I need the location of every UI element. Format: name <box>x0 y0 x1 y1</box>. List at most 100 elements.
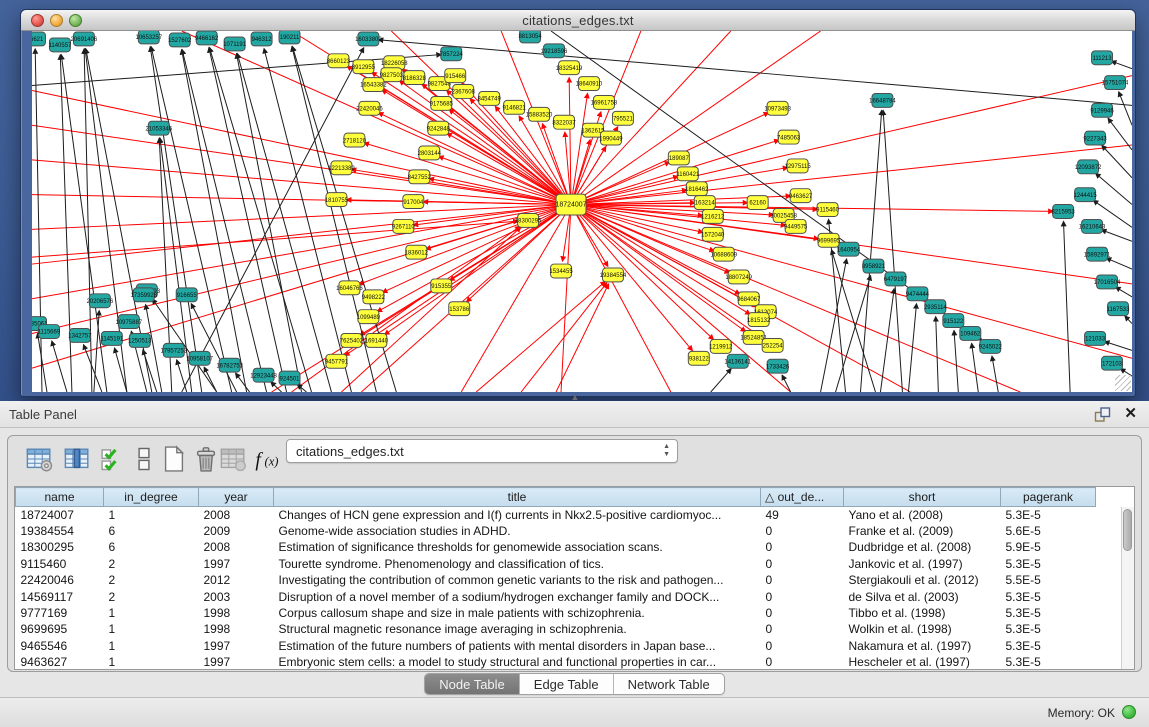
network-node-2367608[interactable]: 2367608 <box>452 85 476 99</box>
memory-ok-indicator[interactable] <box>1122 705 1136 719</box>
network-node-9463627[interactable]: 9463627 <box>789 189 813 203</box>
network-node-10975887[interactable]: 10975887 <box>116 315 143 329</box>
network-node-16033809[interactable]: 16033809 <box>355 32 382 46</box>
network-node-1816462[interactable]: 1816462 <box>685 182 709 196</box>
float-panel-icon[interactable] <box>1094 406 1111 423</box>
network-node-20691406[interactable]: 20691406 <box>71 32 98 46</box>
network-node-14136141[interactable]: 14136141 <box>724 354 751 368</box>
network-node-15751074[interactable]: 15751074 <box>1102 76 1129 90</box>
network-node-10958107[interactable]: 10958107 <box>186 351 213 365</box>
network-node-1071191[interactable]: 1071191 <box>223 37 246 51</box>
network-node-62160[interactable]: 62160 <box>747 196 768 210</box>
network-node-9175685[interactable]: 9175685 <box>430 96 454 110</box>
network-node-16543382[interactable]: 16543382 <box>360 78 387 92</box>
network-node-17016504[interactable]: 17016504 <box>1094 275 1121 289</box>
table-row[interactable]: 1456911722003Disruption of a novel membe… <box>16 588 1096 604</box>
network-node-18807249[interactable]: 18807249 <box>725 270 752 284</box>
column-header-name[interactable]: name <box>16 488 104 507</box>
select-columns-icon[interactable] <box>100 445 128 473</box>
network-node-163214[interactable]: 163214 <box>694 196 715 210</box>
network-node-1733426[interactable]: 1733426 <box>766 359 790 373</box>
node-table-container[interactable]: namein_degreeyeartitle△ out_de...shortpa… <box>14 486 1135 670</box>
network-node-190211[interactable]: 190211 <box>279 31 300 44</box>
network-node-252254[interactable]: 252254 <box>762 338 783 352</box>
network-node-21053346[interactable]: 21053346 <box>145 121 172 135</box>
network-node-9474444[interactable]: 9474444 <box>906 287 930 301</box>
network-node-10653257[interactable]: 10653257 <box>135 31 162 44</box>
network-node-9498222[interactable]: 9498222 <box>362 290 386 304</box>
network-node-9684067[interactable]: 9684067 <box>737 292 761 306</box>
network-node-1534455[interactable]: 1534455 <box>549 264 573 278</box>
window-titlebar[interactable]: citations_edges.txt <box>21 10 1135 31</box>
network-node-1691440[interactable]: 1691440 <box>365 333 389 347</box>
column-header-in_degree[interactable]: in_degree <box>104 488 199 507</box>
network-node-9466162[interactable]: 9466162 <box>195 31 219 45</box>
network-node-12975115[interactable]: 12975115 <box>785 159 812 173</box>
network-node-795521[interactable]: 795521 <box>612 111 633 125</box>
delete-trash-icon[interactable] <box>192 445 220 473</box>
network-node-22420046[interactable]: 22420046 <box>356 101 383 115</box>
new-column-icon[interactable] <box>160 445 188 473</box>
network-node-10973493[interactable]: 10973493 <box>764 101 791 115</box>
network-node-1250513[interactable]: 1250513 <box>128 333 152 347</box>
network-node-915466[interactable]: 915466 <box>445 69 466 83</box>
network-node-20206576[interactable]: 20206576 <box>87 294 114 308</box>
network-node-19218596[interactable]: 19218596 <box>541 44 568 58</box>
network-node-938122[interactable]: 938122 <box>688 351 709 365</box>
network-node-1145191[interactable]: 1145191 <box>100 332 123 346</box>
network-node-8427552[interactable]: 8427552 <box>408 170 432 184</box>
tab-edge-table[interactable]: Edge Table <box>520 674 614 694</box>
network-node-1219912[interactable]: 1219912 <box>709 339 733 353</box>
network-node-7857224[interactable]: 7857224 <box>440 47 464 61</box>
network-node-121033[interactable]: 121033 <box>1085 332 1106 346</box>
network-node-2935114[interactable]: 2935114 <box>924 300 947 314</box>
table-selector-dropdown[interactable]: citations_edges.txt ▲▼ <box>286 439 678 463</box>
network-node-8186328[interactable]: 8186328 <box>403 71 427 85</box>
network-node-9129946[interactable]: 9129946 <box>1090 103 1114 117</box>
network-node-153786[interactable]: 153786 <box>449 302 470 316</box>
vertical-scrollbar[interactable] <box>1121 507 1134 669</box>
table-row[interactable]: 2242004622012Investigating the contribut… <box>16 572 1096 588</box>
network-node-946312[interactable]: 946312 <box>251 32 272 46</box>
network-node-16210643[interactable]: 16210643 <box>1079 219 1106 233</box>
network-node-9146821[interactable]: 9146821 <box>502 100 526 114</box>
network-node-9699695[interactable]: 9699695 <box>817 233 841 247</box>
table-mode-icon[interactable] <box>26 445 54 473</box>
show-columns-icon[interactable] <box>64 445 92 473</box>
network-node-16621[interactable]: 16621 <box>32 32 45 46</box>
network-node-16046766[interactable]: 16046766 <box>336 281 363 295</box>
citation-network-graph[interactable]: 1662111405572069140610653257152760294661… <box>32 31 1132 392</box>
network-node-1572040[interactable]: 1572040 <box>701 227 725 241</box>
network-node-1099489[interactable]: 1099489 <box>357 310 381 324</box>
close-panel-icon[interactable]: ✕ <box>1124 405 1137 423</box>
network-node-16782753[interactable]: 16782753 <box>216 358 243 372</box>
table-row[interactable]: 1830029562008Estimation of significance … <box>16 539 1096 555</box>
table-row[interactable]: 977716911998Corpus callosum shape and si… <box>16 605 1096 621</box>
table-row[interactable]: 969969511998Structural magnetic resonanc… <box>16 621 1096 637</box>
network-node-2803144[interactable]: 2803144 <box>418 146 442 160</box>
column-header-pagerank[interactable]: pagerank <box>1001 488 1096 507</box>
column-header-short[interactable]: short <box>844 488 1001 507</box>
table-row[interactable]: 946554611997Estimation of the future num… <box>16 638 1096 654</box>
network-node-1810755[interactable]: 1810755 <box>325 193 349 207</box>
window-resize-grip[interactable] <box>1115 375 1131 391</box>
toggle-rows-icon[interactable] <box>130 445 158 473</box>
tab-node-table[interactable]: Node Table <box>425 674 520 694</box>
table-row[interactable]: 946362711997Embryonic stem cells: a mode… <box>16 654 1096 670</box>
network-node-15883520[interactable]: 15883520 <box>526 107 553 121</box>
network-node-12213389[interactable]: 12213389 <box>328 161 355 175</box>
network-node-10688609[interactable]: 10688609 <box>710 247 737 261</box>
network-node-189087[interactable]: 189087 <box>668 151 689 165</box>
network-node-9245022[interactable]: 9245022 <box>979 339 1003 353</box>
network-node-16648784[interactable]: 16648784 <box>869 93 896 107</box>
network-node-916655[interactable]: 916655 <box>176 288 197 302</box>
network-node-8912955[interactable]: 8912955 <box>352 60 376 74</box>
network-node-924501[interactable]: 924501 <box>279 371 300 385</box>
network-node-8322037[interactable]: 8322037 <box>552 115 576 129</box>
network-node-8660123[interactable]: 8660123 <box>327 54 351 68</box>
network-canvas[interactable]: 1662111405572069140610653257152760294661… <box>32 31 1132 392</box>
network-node-16961758[interactable]: 16961758 <box>591 95 618 109</box>
scrollbar-thumb[interactable] <box>1123 509 1132 551</box>
network-node-8454749[interactable]: 8454749 <box>478 91 502 105</box>
network-node-9227343[interactable]: 9227343 <box>1083 131 1107 145</box>
